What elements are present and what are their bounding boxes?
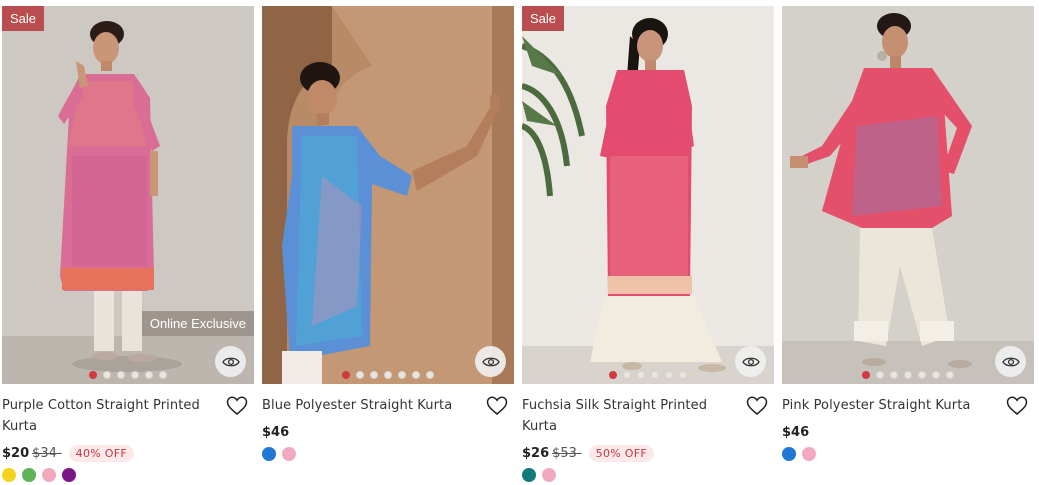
carousel-dot[interactable] bbox=[679, 371, 687, 379]
color-swatch-pink[interactable] bbox=[802, 447, 816, 461]
price-row: $46 bbox=[782, 421, 1034, 443]
color-swatch-blue[interactable] bbox=[782, 447, 796, 461]
carousel-dot[interactable] bbox=[117, 371, 125, 379]
price-row: $20 $34- 40% OFF bbox=[2, 442, 254, 464]
carousel-dot[interactable] bbox=[904, 371, 912, 379]
color-swatches bbox=[2, 468, 254, 482]
carousel-dot[interactable] bbox=[89, 371, 97, 379]
product-card[interactable]: Sale Online Exclusive Purple Cotton Stra… bbox=[2, 6, 254, 482]
color-swatch-purple[interactable] bbox=[62, 468, 76, 482]
online-exclusive-badge: Online Exclusive bbox=[141, 311, 254, 336]
carousel-dot[interactable] bbox=[103, 371, 111, 379]
sale-badge: Sale bbox=[2, 6, 45, 31]
discount-badge: 40% OFF bbox=[68, 444, 135, 462]
carousel-dot[interactable] bbox=[876, 371, 884, 379]
carousel-dot[interactable] bbox=[159, 371, 167, 379]
carousel-dot[interactable] bbox=[651, 371, 659, 379]
color-swatches bbox=[262, 447, 514, 461]
color-swatch-yellow[interactable] bbox=[2, 468, 16, 482]
discount-badge: 50% OFF bbox=[588, 444, 655, 462]
color-swatch-pink[interactable] bbox=[42, 468, 56, 482]
eye-icon bbox=[481, 357, 500, 366]
product-card[interactable]: Sale Fuchsia Silk Straight Printed Kurta bbox=[522, 6, 774, 482]
product-image[interactable]: Sale bbox=[522, 6, 774, 384]
carousel-dot[interactable] bbox=[426, 371, 434, 379]
product-photo bbox=[262, 6, 514, 384]
carousel-dot[interactable] bbox=[145, 371, 153, 379]
product-photo bbox=[782, 6, 1034, 384]
heart-icon[interactable] bbox=[1006, 396, 1028, 416]
product-card[interactable]: Blue Polyester Straight Kurta $46 bbox=[262, 6, 514, 461]
carousel-dot[interactable] bbox=[637, 371, 645, 379]
color-swatch-pink[interactable] bbox=[282, 447, 296, 461]
product-image[interactable] bbox=[262, 6, 514, 384]
carousel-dot[interactable] bbox=[342, 371, 350, 379]
heart-icon[interactable] bbox=[226, 396, 248, 416]
image-carousel-dots bbox=[782, 371, 1034, 379]
color-swatch-green[interactable] bbox=[22, 468, 36, 482]
heart-icon[interactable] bbox=[486, 396, 508, 416]
color-swatch-teal[interactable] bbox=[522, 468, 536, 482]
carousel-dot[interactable] bbox=[918, 371, 926, 379]
carousel-dot[interactable] bbox=[131, 371, 139, 379]
price: $46 bbox=[262, 424, 290, 440]
price: $46 bbox=[782, 424, 810, 440]
product-photo bbox=[522, 6, 774, 384]
color-swatches bbox=[522, 468, 774, 482]
carousel-dot[interactable] bbox=[665, 371, 673, 379]
product-title[interactable]: Pink Polyester Straight Kurta bbox=[782, 395, 997, 416]
carousel-dot[interactable] bbox=[932, 371, 940, 379]
carousel-dot[interactable] bbox=[862, 371, 870, 379]
price: $26 bbox=[522, 445, 550, 461]
sale-badge: Sale bbox=[522, 6, 565, 31]
color-swatch-blue[interactable] bbox=[262, 447, 276, 461]
price-row: $26 $53- 50% OFF bbox=[522, 442, 774, 464]
product-title[interactable]: Blue Polyester Straight Kurta bbox=[262, 395, 477, 416]
eye-icon bbox=[1001, 357, 1020, 366]
product-title[interactable]: Fuchsia Silk Straight Printed Kurta bbox=[522, 395, 737, 437]
image-carousel-dots bbox=[522, 371, 774, 379]
product-image[interactable]: Sale Online Exclusive bbox=[2, 6, 254, 384]
original-price: $34- bbox=[32, 445, 62, 461]
eye-icon bbox=[221, 357, 240, 366]
carousel-dot[interactable] bbox=[412, 371, 420, 379]
original-price: $53- bbox=[552, 445, 582, 461]
product-grid: Sale Online Exclusive Purple Cotton Stra… bbox=[0, 0, 1039, 485]
carousel-dot[interactable] bbox=[384, 371, 392, 379]
carousel-dot[interactable] bbox=[356, 371, 364, 379]
product-title[interactable]: Purple Cotton Straight Printed Kurta bbox=[2, 395, 217, 437]
price-row: $46 bbox=[262, 421, 514, 443]
price: $20 bbox=[2, 445, 30, 461]
product-card[interactable]: Pink Polyester Straight Kurta $46 bbox=[782, 6, 1034, 461]
carousel-dot[interactable] bbox=[623, 371, 631, 379]
carousel-dot[interactable] bbox=[370, 371, 378, 379]
carousel-dot[interactable] bbox=[398, 371, 406, 379]
carousel-dot[interactable] bbox=[890, 371, 898, 379]
image-carousel-dots bbox=[262, 371, 514, 379]
carousel-dot[interactable] bbox=[946, 371, 954, 379]
heart-icon[interactable] bbox=[746, 396, 768, 416]
color-swatch-pink[interactable] bbox=[542, 468, 556, 482]
color-swatches bbox=[782, 447, 1034, 461]
product-image[interactable] bbox=[782, 6, 1034, 384]
eye-icon bbox=[741, 357, 760, 366]
carousel-dot[interactable] bbox=[609, 371, 617, 379]
image-carousel-dots bbox=[2, 371, 254, 379]
